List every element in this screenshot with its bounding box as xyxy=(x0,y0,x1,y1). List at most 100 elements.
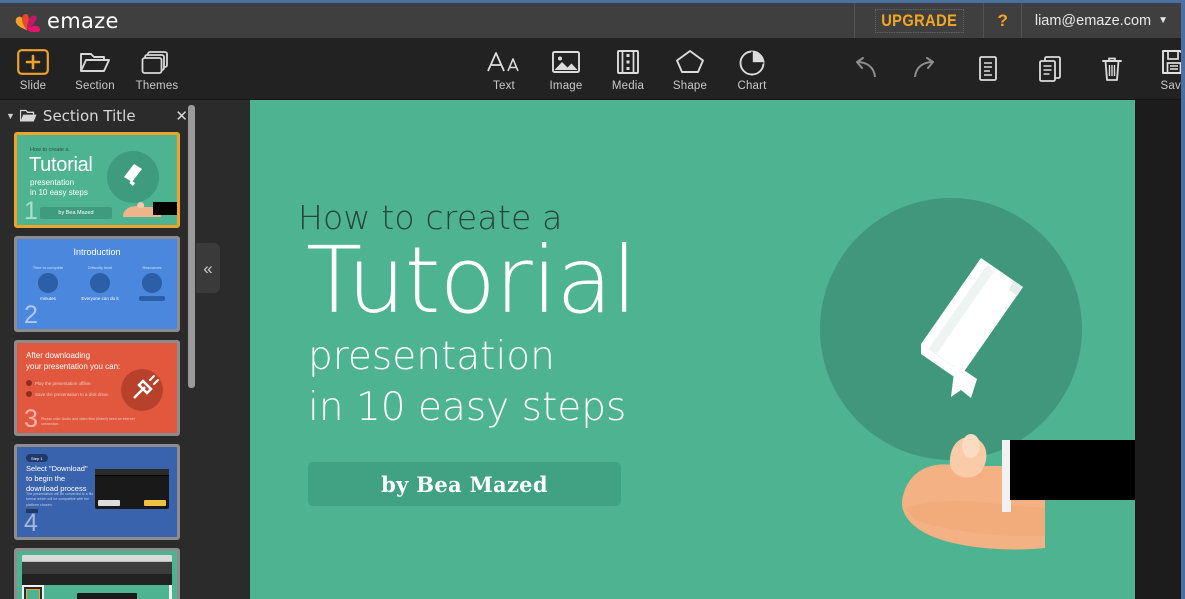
undo-button[interactable] xyxy=(833,38,895,100)
redo-button[interactable] xyxy=(895,38,957,100)
clock-icon xyxy=(38,273,58,293)
redo-arrow-icon xyxy=(910,52,942,86)
add-slide-plus-icon xyxy=(17,45,49,79)
slide-canvas[interactable]: How to create a Tutorial presentation in… xyxy=(250,100,1135,599)
insert-image-button[interactable]: Image xyxy=(535,38,597,100)
thumb-4-dialog-mock xyxy=(95,469,169,509)
slide-thumbnail-2[interactable]: Introduction Time to complete minutes Di… xyxy=(14,236,180,332)
save-button[interactable]: Save xyxy=(1143,38,1185,100)
insert-chart-label: Chart xyxy=(737,80,767,92)
insert-shape-button[interactable]: Shape xyxy=(659,38,721,100)
account-email-label: liam@emaze.com xyxy=(1034,12,1152,29)
slide-byline-text: by Bea Mazed xyxy=(381,471,548,497)
thumb-3-footnote: Please note: Audio and video files (link… xyxy=(41,416,135,426)
thumb-3-bullet-1: Play the presentation offline. xyxy=(26,380,92,386)
double-chevron-left-icon: « xyxy=(203,258,213,278)
slide-description[interactable]: presentation in 10 easy steps xyxy=(308,332,626,433)
pentagon-shape-icon xyxy=(675,45,705,79)
thumb-2-col-2-caption: Everyone can do it xyxy=(81,296,119,301)
upgrade-button[interactable]: UPGRADE xyxy=(853,3,984,38)
book-illustration xyxy=(921,258,1023,398)
slide-thumbnail-1[interactable]: How to create a Tutorial presentation in … xyxy=(14,132,180,228)
collapse-sidebar-handle[interactable]: « xyxy=(196,243,220,293)
duplicate-button[interactable] xyxy=(1019,38,1081,100)
brand-logo[interactable]: emaze xyxy=(0,9,119,33)
slide-description-line-2: in 10 easy steps xyxy=(308,384,627,430)
section-label: Section xyxy=(75,80,115,92)
section-header[interactable]: ▼ Section Title ✕ xyxy=(0,100,200,132)
paste-document-button[interactable] xyxy=(957,38,1019,100)
insert-text-button[interactable]: Text xyxy=(473,38,535,100)
brand-name: emaze xyxy=(47,8,119,33)
delete-button[interactable] xyxy=(1081,38,1143,100)
image-picture-icon xyxy=(551,45,581,79)
sleeve-cuff xyxy=(1010,440,1135,500)
folder-icon xyxy=(19,109,37,123)
thumb-3-bullet-2: Save the presentation to a disk drive. xyxy=(26,391,109,397)
app-header: emaze UPGRADE ? liam@emaze.com ▼ xyxy=(0,3,1181,38)
slide-thumbnail-3[interactable]: After downloading your presentation you c… xyxy=(14,340,180,436)
text-aa-icon xyxy=(485,45,523,79)
slide-number-3: 3 xyxy=(24,405,38,433)
help-icon: ? xyxy=(997,10,1008,30)
insert-shape-label: Shape xyxy=(672,80,708,92)
insert-media-button[interactable]: Media xyxy=(597,38,659,100)
slides-sidebar: ▼ Section Title ✕ How to create a Tutori… xyxy=(0,100,200,599)
thumb-2-col-2: Difficulty level Everyone can do it xyxy=(77,265,123,301)
undo-arrow-icon xyxy=(848,52,880,86)
upgrade-label: UPGRADE xyxy=(875,8,964,33)
trash-icon xyxy=(1100,52,1124,86)
section-button[interactable]: Section xyxy=(64,38,126,100)
thumb-3-heading: After downloading your presentation you c… xyxy=(26,351,121,371)
thumb-4-heading: Select "Download" to begin the download pr… xyxy=(26,464,88,493)
thumb-1-cuff xyxy=(153,202,177,215)
thumb-5-browser-mock xyxy=(22,555,172,599)
help-button[interactable]: ? xyxy=(983,3,1020,38)
thumb-1-byline: by Bea Mazed xyxy=(40,207,112,219)
thumb-1-line3: presentation in 10 easy steps xyxy=(30,178,88,197)
emaze-editor-window: emaze UPGRADE ? liam@emaze.com ▼ Slide S… xyxy=(0,0,1185,599)
thumb-2-col-3: Resources xyxy=(129,265,175,301)
folder-icon xyxy=(79,45,111,79)
thumb-2-col-3-pill xyxy=(139,296,165,301)
thumb-4-dialog-secondary-button xyxy=(98,500,120,506)
thumb-5-app-toolbar xyxy=(22,574,172,585)
slide-byline-box[interactable]: by Bea Mazed xyxy=(308,462,621,506)
caret-down-icon[interactable]: ▼ xyxy=(6,111,15,121)
thumb-2-heading: Introduction xyxy=(73,247,121,257)
emaze-feather-logo-icon xyxy=(14,10,40,32)
plug-icon xyxy=(133,375,159,399)
thumb-3-content: After downloading your presentation you c… xyxy=(17,343,177,433)
film-strip-icon xyxy=(615,45,641,79)
book-icon xyxy=(142,273,162,293)
slide-main-title[interactable]: Tutorial xyxy=(306,235,637,327)
sidebar-scrollbar[interactable] xyxy=(188,100,195,599)
thumb-3-bullet-1-text: Play the presentation offline. xyxy=(35,381,92,386)
add-slide-button[interactable]: Slide xyxy=(2,38,64,100)
slide-thumbnail-4[interactable]: Step 1 Select "Download" to begin the down… xyxy=(14,444,180,540)
account-menu[interactable]: liam@emaze.com ▼ xyxy=(1020,3,1181,38)
slide-thumbnail-list[interactable]: How to create a Tutorial presentation in … xyxy=(0,132,186,599)
themes-label: Themes xyxy=(135,80,179,92)
chevron-down-icon: ▼ xyxy=(1158,15,1168,26)
themes-button[interactable]: Themes xyxy=(126,38,188,100)
thumb-2-col-3-label: Resources xyxy=(142,265,162,270)
header-right-group: UPGRADE ? liam@emaze.com ▼ xyxy=(853,3,1181,38)
insert-chart-button[interactable]: Chart xyxy=(721,38,783,100)
plug-icon-circle xyxy=(121,369,163,411)
thumb-1-title: Tutorial xyxy=(29,154,93,176)
thumb-2-col-2-label: Difficulty level xyxy=(87,265,113,270)
thumb-5-app-dialog xyxy=(77,593,137,599)
thumb-4-dialog-primary-button xyxy=(144,500,166,506)
sidebar-scrollbar-thumb[interactable] xyxy=(188,105,195,388)
duplicate-documents-icon xyxy=(1037,52,1063,86)
slide-thumbnail-5[interactable]: 5 xyxy=(14,548,180,599)
main-toolbar: Slide Section Themes Text Image Media Sh… xyxy=(0,38,1185,100)
browser-right-edge xyxy=(1181,0,1185,599)
toolbar-right-group: Save Play xyxy=(833,38,1185,100)
document-icon xyxy=(976,52,1000,86)
thumb-4-badge: Step 1 xyxy=(26,454,48,462)
thumb-1-subtitle: How to create a xyxy=(30,147,69,153)
slide-number-1: 1 xyxy=(24,197,38,225)
bullet-dot-icon xyxy=(26,380,32,386)
